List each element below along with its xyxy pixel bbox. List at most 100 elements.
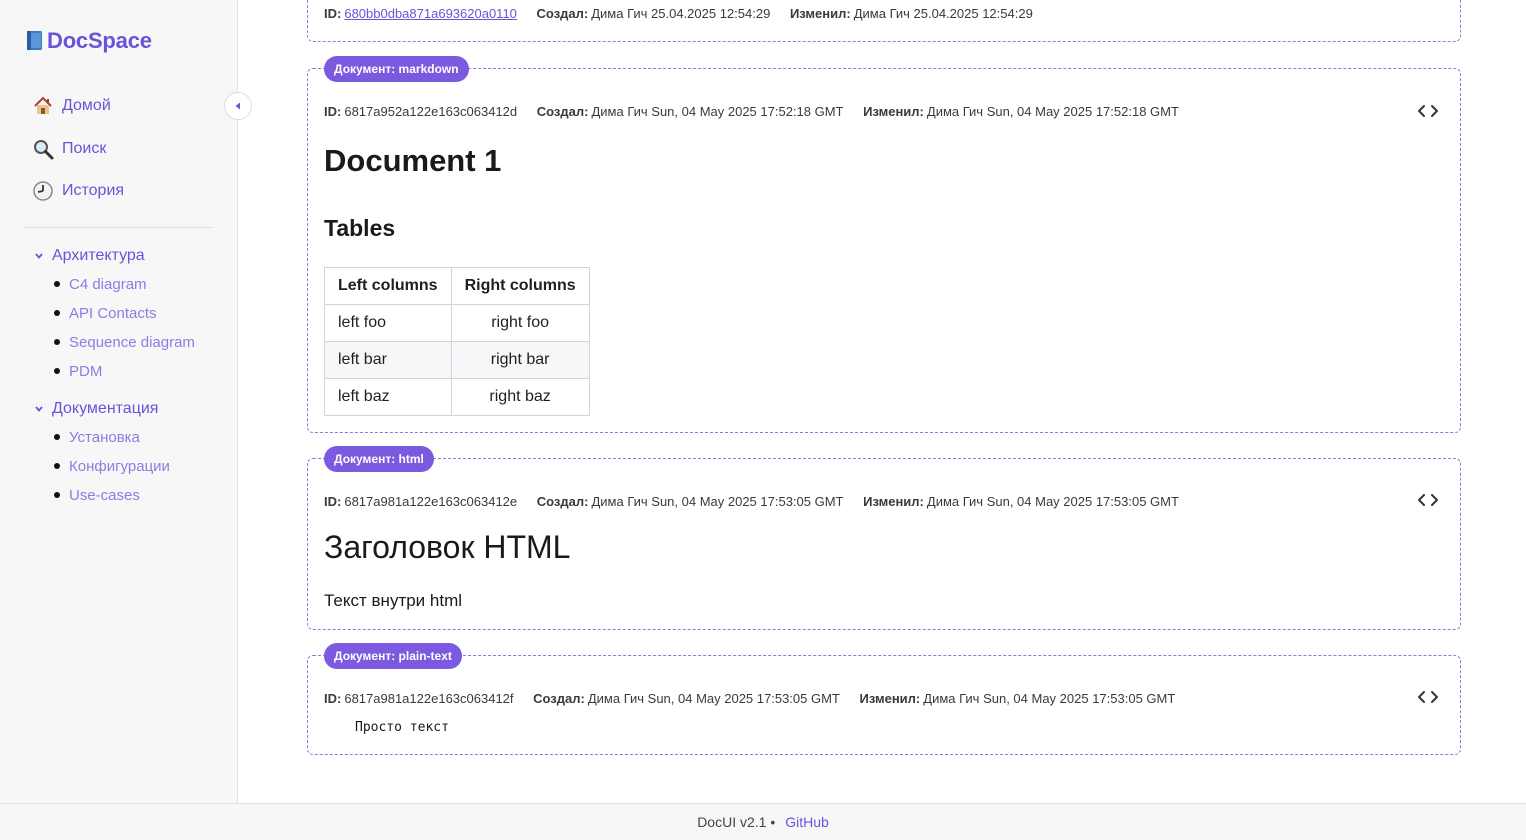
view-source-button[interactable] [1416, 101, 1440, 121]
magnifier-icon [32, 138, 54, 160]
meta-modified-label: Изменил: [863, 104, 924, 119]
tree-group-label: Документация [52, 400, 159, 417]
tree-group-items: Установка Конфигурации Use-cases [54, 420, 195, 512]
doc-tree: Архитектура C4 diagram API Contacts Sequ… [34, 245, 195, 522]
tree-item-label: PDM [69, 362, 103, 380]
document-type-badge: Документ: html [324, 446, 434, 472]
table-cell: left bar [324, 341, 452, 379]
meta-id-value: 6817a981a122e163c063412f [344, 691, 514, 706]
meta-created-label: Создал: [536, 104, 589, 119]
meta-id-label: ID: [324, 494, 342, 509]
tree-group-items: C4 diagram API Contacts Sequence diagram… [54, 267, 195, 388]
code-icon [1418, 691, 1438, 703]
bullet-icon [54, 492, 60, 498]
table-header-cell: Left columns [324, 267, 452, 305]
sidebar: DocSpace Домой Поиск История Архитектура [0, 0, 238, 803]
document-paragraph: Текст внутри html [324, 591, 463, 610]
tree-group-label: Архитектура [52, 247, 145, 264]
meta-modified-value: Дима Гич Sun, 04 May 2025 17:53:05 GMT [923, 691, 1176, 706]
bullet-icon [54, 434, 60, 440]
meta-modified-value: Дима Гич Sun, 04 May 2025 17:53:05 GMT [926, 494, 1179, 509]
meta-created-label: Создал: [536, 494, 589, 509]
meta-id-label: ID: [324, 691, 342, 706]
code-icon [1418, 494, 1438, 506]
meta-created-value: Дима Гич Sun, 04 May 2025 17:53:05 GMT [587, 691, 840, 706]
document-type-badge: Документ: plain-text [324, 643, 462, 669]
table-row: left baz right baz [324, 378, 590, 416]
brand-name: DocSpace [47, 28, 152, 53]
table-cell: left baz [324, 378, 452, 416]
tree-item-pdm[interactable]: PDM [54, 354, 195, 388]
meta-id-value: 6817a981a122e163c063412e [344, 494, 518, 509]
table-cell: left foo [324, 304, 452, 342]
nav-item-home[interactable]: Домой [32, 95, 124, 117]
meta-id-value: 6817a952a122e163c063412d [344, 104, 518, 119]
tree-item-label: Sequence diagram [69, 333, 195, 351]
meta-created-label: Создал: [533, 691, 585, 706]
document-card: ID: 680bb0dba871a693620a0110 Создал: Дима … [307, 0, 1461, 42]
tree-group-documentation[interactable]: Документация [34, 398, 195, 420]
table-cell: right bar [450, 341, 590, 379]
table-header-cell: Right columns [450, 267, 590, 305]
bullet-icon [54, 339, 60, 345]
bullet-icon [54, 310, 60, 316]
meta-created-value: Дима Гич Sun, 04 May 2025 17:52:18 GMT [591, 104, 844, 119]
code-icon [1418, 105, 1438, 117]
tree-item-use-cases[interactable]: Use-cases [54, 478, 195, 512]
github-link[interactable]: GitHub [785, 814, 829, 830]
table-row: left bar right bar [324, 341, 590, 379]
tree-item-label: Установка [69, 428, 140, 446]
document-card-plain-text: Документ: plain-text ID: 6817a981a122e163… [307, 643, 1461, 755]
document-type-badge: Документ: markdown [324, 56, 469, 82]
meta-created-label: Создал: [536, 6, 589, 21]
nav-item-label: Домой [62, 97, 111, 114]
nav-item-label: История [62, 182, 125, 199]
chevron-down-icon [35, 406, 43, 412]
document-card-html: Документ: html ID: 6817a981a122e163c06341… [307, 446, 1461, 630]
document-meta: ID: 6817a981a122e163c063412f Создал: Дима … [324, 691, 1175, 706]
nav-item-search[interactable]: Поиск [32, 138, 124, 160]
chevron-down-icon [35, 253, 43, 259]
meta-modified-label: Изменил: [863, 494, 924, 509]
tree-item-label: API Contacts [69, 304, 157, 322]
brand-logo[interactable]: DocSpace [25, 28, 152, 54]
bullet-icon [54, 368, 60, 374]
meta-id-label: ID: [324, 104, 342, 119]
meta-created-value: Дима Гич Sun, 04 May 2025 17:53:05 GMT [591, 494, 844, 509]
tree-group-architecture[interactable]: Архитектура [34, 245, 195, 267]
document-id-link[interactable]: 680bb0dba871a693620a0110 [344, 6, 517, 21]
footer-version: DocUI v2.1 • [697, 814, 776, 830]
main-nav: Домой Поиск История [32, 95, 124, 223]
view-source-button[interactable] [1416, 490, 1440, 510]
document-heading: Document 1 [324, 143, 502, 178]
markdown-table: Left columns Right columns left foo righ… [324, 267, 590, 416]
meta-id-label: ID: [324, 6, 342, 21]
tree-item-label: C4 diagram [69, 275, 147, 293]
house-icon [32, 95, 54, 117]
document-subheading: Tables [324, 215, 396, 241]
document-card-markdown: Документ: markdown ID: 6817a952a122e163c0… [307, 56, 1461, 433]
sidebar-divider [24, 227, 213, 228]
table-cell: right baz [450, 378, 590, 416]
document-meta: ID: 680bb0dba871a693620a0110 Создал: Дима … [324, 6, 1033, 21]
table-header-row: Left columns Right columns [324, 267, 590, 305]
meta-modified-label: Изменил: [789, 6, 851, 21]
nav-item-label: Поиск [62, 139, 107, 157]
meta-modified-label: Изменил: [859, 691, 921, 706]
clock-icon [32, 180, 54, 202]
document-meta: ID: 6817a981a122e163c063412e Создал: Дима … [324, 494, 1179, 509]
tree-item-label: Конфигурации [69, 457, 170, 475]
nav-item-history[interactable]: История [32, 180, 124, 202]
document-heading: Заголовок HTML [324, 529, 571, 565]
table-row: left foo right foo [324, 304, 590, 342]
bullet-icon [54, 463, 60, 469]
table-cell: right foo [450, 304, 590, 342]
main-content: ID: 680bb0dba871a693620a0110 Создал: Дима … [238, 0, 1526, 803]
view-source-button[interactable] [1416, 687, 1440, 707]
meta-modified-value: Дима Гич Sun, 04 May 2025 17:52:18 GMT [926, 104, 1179, 119]
bullet-icon [54, 281, 60, 287]
tree-item-label: Use-cases [69, 486, 140, 504]
footer: DocUI v2.1 • GitHub [0, 803, 1526, 840]
plain-text-content: Просто текст [355, 720, 449, 735]
meta-created-value: Дима Гич 25.04.2025 12:54:29 [591, 6, 771, 21]
